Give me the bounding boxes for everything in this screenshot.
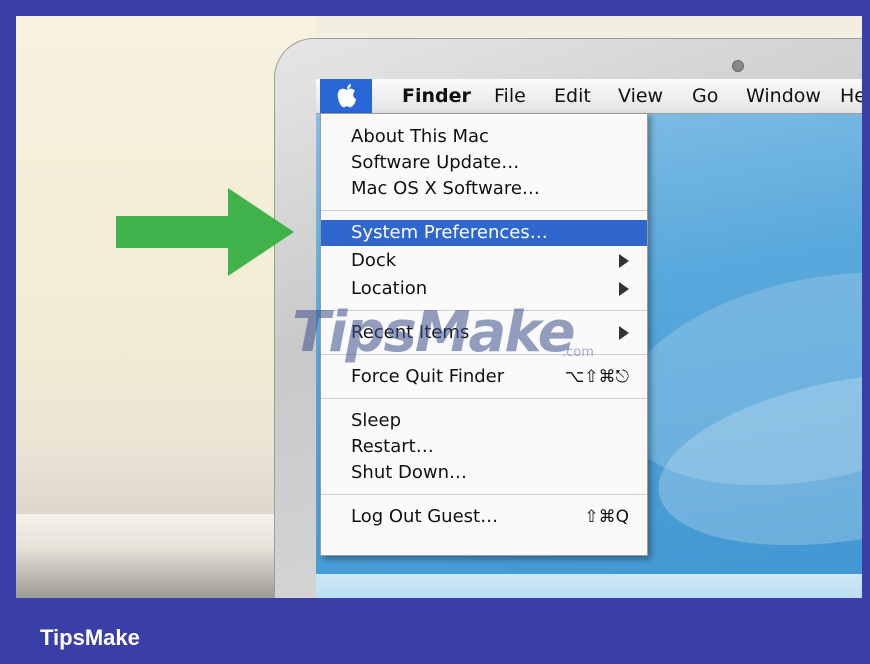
menu-window[interactable]: Window [746, 85, 821, 107]
submenu-arrow-icon [619, 282, 629, 296]
shortcut-label: ⌥⇧⌘⎋ [564, 367, 629, 387]
menu-item-log-out[interactable]: Log Out Guest… ⇧⌘Q [321, 504, 647, 530]
apple-icon [337, 84, 356, 108]
menu-item-label: Mac OS X Software… [351, 178, 540, 199]
menu-edit[interactable]: Edit [554, 85, 591, 107]
menu-item-label: Location [351, 278, 428, 299]
menu-separator [321, 494, 647, 495]
menu-item-dock[interactable]: Dock [321, 248, 647, 274]
menu-item-label: Dock [351, 250, 397, 271]
menu-separator [321, 398, 647, 399]
menu-item-label: Software Update… [351, 152, 520, 173]
menu-item-label: Restart… [351, 436, 434, 457]
watermark-domain: .com [562, 345, 594, 360]
menu-go[interactable]: Go [692, 85, 718, 107]
menu-item-about[interactable]: About This Mac [321, 124, 647, 150]
menu-item-label: Log Out Guest… [351, 506, 499, 527]
menu-item-location[interactable]: Location [321, 276, 647, 302]
background-shelf [16, 514, 316, 598]
menu-separator [321, 210, 647, 211]
menu-item-system-preferences[interactable]: System Preferences… [321, 220, 647, 246]
apple-menu-button[interactable] [320, 79, 372, 113]
menu-item-shut-down[interactable]: Shut Down… [321, 460, 647, 486]
menu-item-label: Shut Down… [351, 462, 468, 483]
menu-item-osx-software[interactable]: Mac OS X Software… [321, 176, 647, 202]
menu-finder[interactable]: Finder [402, 85, 471, 107]
menu-item-label: Force Quit Finder [351, 366, 505, 387]
watermark-logo: TipsMake [292, 300, 576, 365]
menu-item-label: About This Mac [351, 126, 489, 147]
submenu-arrow-icon [619, 254, 629, 268]
camera-icon [732, 60, 744, 72]
shortcut-label: ⇧⌘Q [584, 507, 629, 527]
footer-brand: TipsMake [40, 625, 140, 650]
menu-item-sleep[interactable]: Sleep [321, 408, 647, 434]
menu-item-software-update[interactable]: Software Update… [321, 150, 647, 176]
menu-item-label: Sleep [351, 410, 402, 431]
background-room [16, 16, 316, 598]
menu-item-restart[interactable]: Restart… [321, 434, 647, 460]
menu-item-label: System Preferences… [351, 222, 548, 243]
screen-bottom-strip [316, 574, 862, 598]
menu-item-force-quit[interactable]: Force Quit Finder ⌥⇧⌘⎋ [321, 364, 647, 390]
menu-help[interactable]: He [840, 85, 862, 107]
menu-bar: Finder File Edit View Go Window He [316, 79, 862, 114]
submenu-arrow-icon [619, 326, 629, 340]
menu-view[interactable]: View [618, 85, 663, 107]
right-arrow-icon [116, 188, 294, 276]
menu-file[interactable]: File [494, 85, 526, 107]
